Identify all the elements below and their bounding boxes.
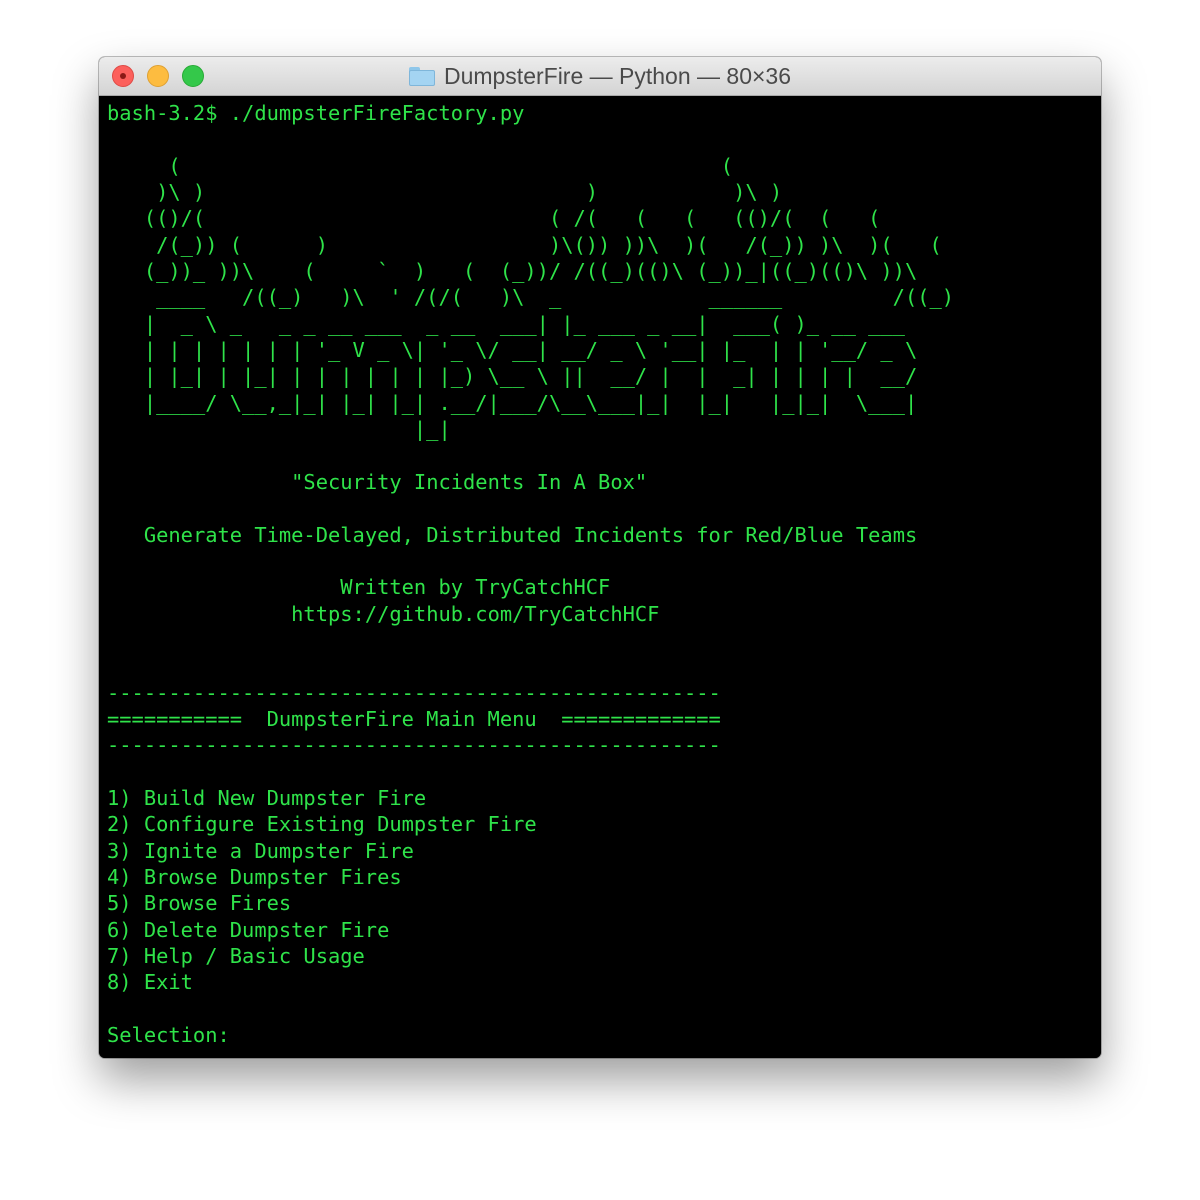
title-bar[interactable]: DumpsterFire — Python — 80×36: [99, 57, 1101, 96]
banner-art-line: | _ \ _ _ _ __ ___ _ __ ___| |_ ___ _ __…: [107, 311, 905, 336]
author-credit: Written by TryCatchHCF: [340, 575, 611, 600]
menu-rule-bottom: ----------------------------------------…: [107, 733, 721, 758]
terminal-area[interactable]: bash-3.2$ ./dumpsterFireFactory.py ( ( )…: [99, 96, 1101, 1058]
menu-item-browse-dumpster-fires: 4) Browse Dumpster Fires: [107, 864, 402, 889]
selection-prompt: Selection:: [107, 1023, 243, 1048]
tagline: "Security Incidents In A Box": [291, 469, 648, 494]
menu-item-exit: 8) Exit: [107, 970, 193, 995]
menu-item-build: 1) Build New Dumpster Fire: [107, 785, 427, 810]
author-url: https://github.com/TryCatchHCF: [291, 601, 660, 626]
banner-art-line: |_|: [107, 417, 451, 442]
banner-art-line: | | | | | | | '_ V _ \| '_ \/ __| __/ _ …: [107, 338, 918, 363]
menu-item-configure: 2) Configure Existing Dumpster Fire: [107, 812, 537, 837]
window-title-group: DumpsterFire — Python — 80×36: [99, 57, 1101, 96]
banner-art-line: (()/( ( /( ( ( (()/( ( (: [107, 206, 881, 231]
terminal-output: bash-3.2$ ./dumpsterFireFactory.py ( ( )…: [107, 100, 954, 1053]
menu-item-delete: 6) Delete Dumpster Fire: [107, 917, 390, 942]
banner-art-line: )\ ) ) )\ ): [107, 180, 783, 205]
banner-art-line: | |_| | |_| | | | | | | |_) \__ \ || __/…: [107, 364, 918, 389]
menu-item-ignite: 3) Ignite a Dumpster Fire: [107, 838, 414, 863]
banner-art-line: |____/ \__,_|_| |_| |_| .__/|___/\__\___…: [107, 390, 918, 415]
banner-art-line: (_))_ ))\ ( ` ) ( (_))/ /((_)(()\ (_))_|…: [107, 259, 918, 284]
banner-art-line: ____ /((_) )\ ' /(/( )\ _ ______ /((_): [107, 285, 955, 310]
banner-art-line: /(_)) ( ) )\()) ))\ )( /(_)) )\ )( (: [107, 232, 942, 257]
terminal-window: DumpsterFire — Python — 80×36 bash-3.2$ …: [99, 57, 1101, 1058]
folder-icon: [408, 67, 435, 86]
menu-title: =========== DumpsterFire Main Menu =====…: [107, 706, 721, 731]
menu-item-browse-fires: 5) Browse Fires: [107, 891, 292, 916]
window-title: DumpsterFire — Python — 80×36: [443, 63, 792, 89]
command-line: bash-3.2$ ./dumpsterFireFactory.py: [107, 101, 525, 125]
banner-art-line: ( (: [107, 153, 734, 178]
description: Generate Time-Delayed, Distributed Incid…: [143, 522, 918, 547]
menu-item-help: 7) Help / Basic Usage: [107, 944, 365, 968]
menu-rule-top: ----------------------------------------…: [107, 680, 721, 705]
